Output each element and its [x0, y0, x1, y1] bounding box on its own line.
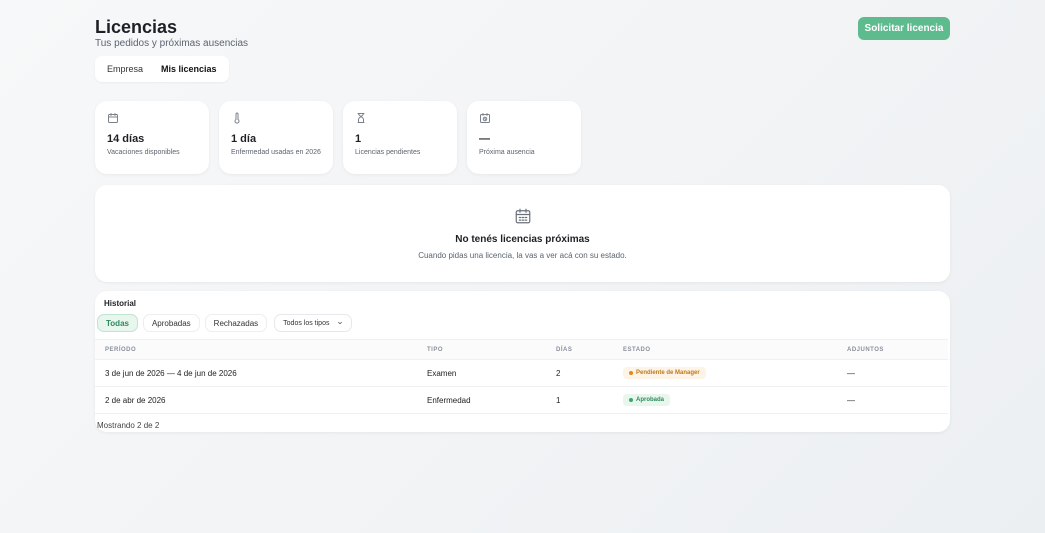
empty-state-card: No tenés licencias próximas Cuando pidas… [95, 185, 950, 282]
request-leave-button[interactable]: Solicitar licencia [858, 17, 950, 40]
stat-label: Vacaciones disponibles [107, 149, 180, 156]
title-block: Licencias Tus pedidos y próximas ausenci… [95, 16, 248, 49]
pagination-summary: Mostrando 2 de 2 [97, 421, 160, 430]
calendar-icon [108, 113, 118, 123]
cell-estado: Aprobada [623, 386, 847, 414]
stat-card-vacaciones: 14 días Vacaciones disponibles [95, 101, 209, 174]
filter-todas[interactable]: Todas [97, 314, 138, 332]
cell-dias: 2 [556, 359, 623, 387]
cell-tipo: Examen [427, 359, 556, 387]
stat-value: 1 [355, 133, 362, 145]
col-tipo: TIPO [427, 339, 556, 360]
col-estado: ESTADO [623, 339, 847, 360]
tabs: Empresa Mis licencias [95, 56, 229, 82]
stat-card-proxima: — Próxima ausencia [467, 101, 581, 174]
stat-value: — [479, 133, 490, 145]
tab-mis-licencias[interactable]: Mis licencias [152, 59, 226, 79]
stat-label: Próxima ausencia [479, 149, 535, 156]
chevron-down-icon [338, 321, 343, 325]
status-badge: Aprobada [623, 394, 671, 406]
cell-estado: Pendiente de Manager [623, 359, 847, 387]
calendar-icon [515, 208, 530, 224]
hourglass-icon [357, 113, 365, 123]
cell-adjuntos: — [847, 386, 948, 414]
status-badge: Pendiente de Manager [623, 367, 706, 379]
cell-dias: 1 [556, 386, 623, 414]
page: Licencias Tus pedidos y próximas ausenci… [95, 16, 950, 432]
type-select[interactable]: Todos los tipos [274, 314, 353, 332]
stat-card-pendientes: 1 Licencias pendientes [343, 101, 457, 174]
stat-value: 14 días [107, 133, 145, 145]
page-header: Licencias Tus pedidos y próximas ausenci… [95, 16, 950, 52]
tab-empresa[interactable]: Empresa [98, 59, 152, 79]
status-dot [629, 371, 633, 375]
status-text: Aprobada [636, 397, 665, 403]
history-title: Historial [104, 299, 137, 308]
status-dot [629, 398, 633, 402]
filter-aprobadas[interactable]: Aprobadas [142, 314, 200, 332]
table-row[interactable]: 3 de jun de 2026 — 4 de jun de 2026 Exam… [95, 359, 948, 387]
table-header-row: PERÍODO TIPO DÍAS ESTADO ADJUNTOS [95, 339, 948, 360]
stat-value: 1 día [231, 133, 257, 145]
cell-tipo: Enfermedad [427, 386, 556, 414]
history-table: PERÍODO TIPO DÍAS ESTADO ADJUNTOS 3 de j… [95, 339, 948, 414]
thermometer-icon [234, 112, 240, 124]
cell-periodo: 3 de jun de 2026 — 4 de jun de 2026 [95, 359, 427, 387]
col-adjuntos: ADJUNTOS [847, 339, 948, 360]
stats-row: 14 días Vacaciones disponibles 1 día Enf… [95, 101, 950, 174]
stat-label: Licencias pendientes [355, 149, 421, 156]
history-filters: Todas Aprobadas Rechazadas Todos los tip… [97, 314, 353, 332]
table-row[interactable]: 2 de abr de 2026 Enfermedad 1 Aprobada — [95, 386, 948, 414]
page-title: Licencias [95, 17, 178, 37]
empty-state-text: Cuando pidas una licencia, la vas a ver … [418, 251, 627, 260]
col-periodo: PERÍODO [95, 339, 427, 360]
status-text: Pendiente de Manager [636, 370, 700, 376]
stat-card-enfermedad: 1 día Enfermedad usadas en 2026 [219, 101, 333, 174]
empty-state-title: No tenés licencias próximas [455, 234, 590, 245]
filter-rechazadas[interactable]: Rechazadas [204, 314, 268, 332]
stat-label: Enfermedad usadas en 2026 [231, 149, 321, 156]
cell-periodo: 2 de abr de 2026 [95, 386, 427, 414]
calendar-clock-icon [480, 113, 490, 123]
cell-adjuntos: — [847, 359, 948, 387]
type-select-value: Todos los tipos [283, 319, 330, 327]
history-card: Historial Todas Aprobadas Rechazadas Tod… [95, 291, 950, 432]
page-subtitle: Tus pedidos y próximas ausencias [95, 38, 249, 49]
col-dias: DÍAS [556, 339, 623, 360]
